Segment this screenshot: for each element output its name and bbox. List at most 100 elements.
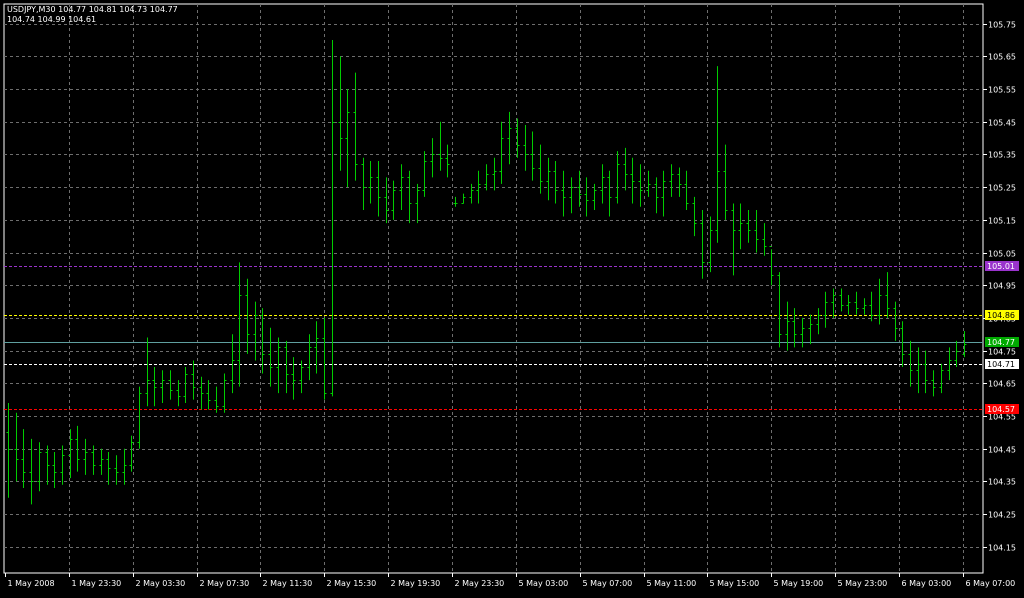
- ohlc-bar: [816, 308, 821, 335]
- ohlc-bar: [122, 448, 127, 485]
- y-tick-label: 104.95: [988, 282, 1016, 291]
- ohlc-bar: [638, 164, 643, 207]
- x-tick-label: 6 May 03:00: [902, 579, 952, 588]
- ohlc-bar: [684, 170, 689, 211]
- ohlc-bar: [307, 334, 312, 381]
- ohlc-bar: [276, 337, 281, 394]
- ohlc-bar: [523, 124, 528, 171]
- price-label: 105.01: [987, 262, 1015, 271]
- x-tick-label: 2 May 07:30: [200, 579, 250, 588]
- ohlc-bar: [893, 301, 898, 341]
- ohlc-bar: [199, 376, 204, 410]
- ohlc-bar: [129, 435, 134, 472]
- ohlc-bar: [723, 144, 728, 220]
- ohlc-bar: [792, 308, 797, 348]
- ohlc-bar: [661, 170, 666, 217]
- y-tick-label: 105.65: [988, 53, 1016, 62]
- ohlc-bar: [222, 373, 227, 413]
- ohlc-bar: [299, 360, 304, 394]
- ohlc-bar: [461, 193, 466, 204]
- ohlc-bar: [499, 121, 504, 184]
- ohlc-bar: [338, 56, 343, 171]
- price-label: 104.86: [987, 311, 1015, 320]
- ohlc-bar: [746, 210, 751, 243]
- ohlc-bar: [291, 357, 296, 400]
- ohlc-bar: [45, 445, 50, 485]
- ohlc-bar: [939, 363, 944, 394]
- ohlc-bar: [260, 308, 265, 374]
- ohlc-bar: [99, 448, 104, 475]
- y-tick-label: 104.65: [988, 380, 1016, 389]
- y-tick-label: 105.55: [988, 86, 1016, 95]
- y-tick-label: 105.15: [988, 217, 1016, 226]
- ohlc-bar: [183, 366, 188, 403]
- ohlc-bar: [160, 370, 165, 403]
- y-tick-label: 105.25: [988, 184, 1016, 193]
- x-tick-label: 5 May 03:00: [519, 579, 569, 588]
- ohlc-bar: [268, 327, 273, 387]
- ohlc-bar: [839, 288, 844, 312]
- ohlc-bar: [6, 402, 11, 498]
- y-tick-label: 105.75: [988, 21, 1016, 30]
- price-label: 104.71: [987, 360, 1015, 369]
- ohlc-bar: [630, 157, 635, 204]
- ohlc-bar: [692, 196, 697, 237]
- ohlc-bar: [415, 183, 420, 224]
- ohlc-bar: [831, 288, 836, 318]
- ohlc-bar: [546, 157, 551, 201]
- y-tick-label: 104.25: [988, 511, 1016, 520]
- ohlc-bar: [345, 89, 350, 188]
- ohlc-bar: [538, 144, 543, 194]
- ohlc-header: 104.74 104.99 104.61: [7, 15, 97, 24]
- y-tick-label: 105.45: [988, 119, 1016, 128]
- ohlc-bar: [191, 360, 196, 400]
- ohlc-bar: [677, 167, 682, 197]
- ohlc-bar: [422, 151, 427, 197]
- ohlc-bar: [708, 216, 713, 273]
- ohlc-bar: [908, 340, 913, 387]
- ohlc-bar: [862, 298, 867, 315]
- ohlc-bar: [29, 438, 34, 505]
- ohlc-bar: [314, 321, 319, 374]
- x-tick-label: 6 May 07:00: [966, 579, 1016, 588]
- ohlc-bar: [777, 272, 782, 348]
- ohlc-bar: [137, 386, 142, 449]
- x-tick-label: 2 May 03:30: [136, 579, 186, 588]
- ohlc-bar: [754, 210, 759, 253]
- ohlc-bar: [453, 196, 458, 207]
- ohlc-bar: [615, 151, 620, 204]
- ohlc-bar: [430, 138, 435, 178]
- x-tick-label: 2 May 19:30: [391, 579, 441, 588]
- ohlc-bar: [885, 272, 890, 318]
- ohlc-bar: [384, 177, 389, 224]
- ohlc-bar: [669, 164, 674, 197]
- y-tick-label: 105.35: [988, 151, 1016, 160]
- x-tick-label: 2 May 15:30: [327, 579, 377, 588]
- ohlc-bar: [762, 223, 767, 256]
- x-tick-label: 1 May 2008: [8, 579, 55, 588]
- ohlc-bar: [60, 445, 65, 485]
- x-tick-label: 1 May 23:30: [72, 579, 122, 588]
- ohlc-bar: [14, 412, 19, 482]
- ohlc-bar: [21, 429, 26, 488]
- ohlc-bar: [168, 370, 173, 400]
- ohlc-bar: [808, 314, 813, 345]
- ohlc-bar: [584, 177, 589, 217]
- chart: 105.75 105.65 105.55 105.45 105.35 105.25 105.…: [0, 0, 1024, 594]
- ohlc-bar: [954, 340, 959, 367]
- ohlc-bar: [361, 157, 366, 211]
- ohlc-bar: [52, 452, 57, 488]
- ohlc-bar: [106, 452, 111, 485]
- ohlc-bar: [553, 160, 558, 204]
- ohlc-bar: [391, 180, 396, 220]
- ohlc-bar: [869, 291, 874, 322]
- ohlc-bar: [646, 170, 651, 197]
- x-tick-label: 5 May 15:00: [710, 579, 760, 588]
- ohlc-bar: [492, 157, 497, 191]
- ohlc-bar: [846, 295, 851, 315]
- ohlc-bar: [368, 160, 373, 204]
- ohlc-bar: [206, 380, 211, 410]
- ohlc-bar: [561, 170, 566, 217]
- ohlc-bar: [75, 425, 80, 472]
- ohlc-bar: [731, 203, 736, 276]
